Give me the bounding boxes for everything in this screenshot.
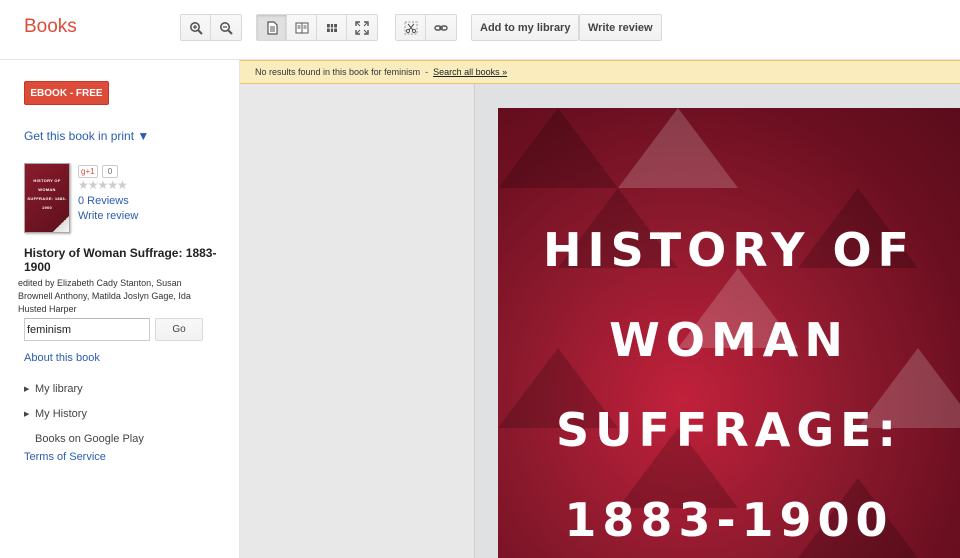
book-cover-page: HISTORY OF WOMAN SUFFRAGE: 1883-1900 <box>498 108 960 558</box>
header: Books Add to my library Write review <box>0 0 960 60</box>
search-notice-bar: No results found in this book for femini… <box>240 60 960 84</box>
clip-icon <box>404 21 417 34</box>
cover-title-line: HISTORY OF <box>543 223 915 277</box>
zoom-in-icon <box>189 21 203 35</box>
plus-one-button[interactable]: g+1 <box>78 165 98 178</box>
cover-title-line: SUFFRAGE: <box>556 403 902 457</box>
single-page-icon <box>266 20 278 35</box>
search-in-book-input[interactable] <box>24 318 150 341</box>
go-button[interactable]: Go <box>155 318 203 341</box>
brand-logo[interactable]: Books <box>24 16 77 38</box>
zoom-out-icon <box>220 21 233 35</box>
fullscreen-icon <box>355 20 369 35</box>
link-icon <box>434 24 448 31</box>
add-to-library-button[interactable]: Add to my library <box>471 14 580 41</box>
my-library-label: My library <box>35 383 83 395</box>
view-mode-group <box>256 14 378 41</box>
zoom-group <box>180 14 242 41</box>
clip-button[interactable] <box>396 15 426 40</box>
plus-one-count: 0 <box>102 165 118 178</box>
page-curl <box>51 214 69 232</box>
sidebar: EBOOK - FREE Get this book in print ▼ HI… <box>0 60 240 558</box>
notice-separator: - <box>425 67 429 77</box>
cover-title-line: WOMAN <box>609 313 849 367</box>
single-page-button[interactable] <box>257 15 287 40</box>
my-history-label: My History <box>35 408 87 420</box>
notice-text: No results found in this book for femini… <box>255 67 421 77</box>
book-thumbnail[interactable]: HISTORY OF WOMAN SUFFRAGE: 1883-1900 <box>24 163 70 233</box>
terms-of-service-link[interactable]: Terms of Service <box>24 451 106 463</box>
write-review-link[interactable]: Write review <box>78 210 138 222</box>
my-history-item[interactable]: ▶ My History <box>24 408 87 420</box>
two-page-icon <box>295 22 308 33</box>
cover-title-line: 1883-1900 <box>564 493 894 547</box>
triangle-right-icon: ▶ <box>24 386 30 393</box>
reviews-link[interactable]: 0 Reviews <box>78 195 129 207</box>
star-rating: ★★★★★ <box>78 178 128 192</box>
share-group <box>395 14 457 41</box>
thumbnail-grid-icon <box>326 23 337 32</box>
books-app: Books Add to my library Write review EBO… <box>0 0 960 558</box>
book-authors: edited by Elizabeth Cady Stanton, Susan … <box>18 278 191 314</box>
triangle-right-icon: ▶ <box>24 411 30 418</box>
book-title: History of Woman Suffrage: 1883-1900 <box>24 246 217 274</box>
about-this-book-link[interactable]: About this book <box>24 352 100 364</box>
zoom-out-button[interactable] <box>211 15 241 40</box>
two-page-button[interactable] <box>287 15 317 40</box>
books-on-google-play-link[interactable]: Books on Google Play <box>35 433 144 445</box>
search-all-books-link[interactable]: Search all books » <box>433 67 507 77</box>
get-book-in-print-link[interactable]: Get this book in print ▼ <box>24 129 149 143</box>
zoom-in-button[interactable] <box>181 15 211 40</box>
write-review-button[interactable]: Write review <box>579 14 662 41</box>
fullscreen-button[interactable] <box>347 15 377 40</box>
thumbnail-grid-button[interactable] <box>317 15 347 40</box>
link-button[interactable] <box>426 15 456 40</box>
my-library-item[interactable]: ▶ My library <box>24 383 83 395</box>
thumbnail-title: HISTORY OF WOMAN SUFFRAGE: 1883-1900 <box>27 178 67 210</box>
ebook-free-button[interactable]: EBOOK - FREE <box>24 81 109 105</box>
